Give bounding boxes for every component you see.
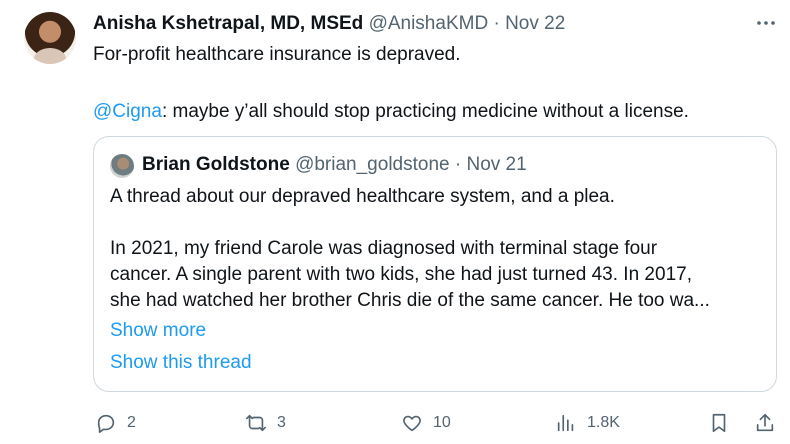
bookmark-icon <box>712 413 726 433</box>
retweet-button[interactable]: 3 <box>245 408 286 438</box>
author-handle[interactable]: @AnishaKMD <box>369 13 489 34</box>
quoted-para-2-line-1: In 2021, my friend Carole was diagnosed … <box>110 238 658 259</box>
bookmark-button[interactable] <box>708 408 730 438</box>
show-more-link[interactable]: Show more <box>110 318 206 344</box>
tweet-text: For-profit healthcare insurance is depra… <box>93 43 773 124</box>
tweet-line-2-text: : maybe y’all should stop practicing med… <box>161 101 689 122</box>
like-count: 10 <box>433 414 451 431</box>
quoted-para-1: A thread about our depraved healthcare s… <box>110 186 615 207</box>
quoted-separator: · <box>449 154 467 175</box>
quoted-para-2-line-3: she had watched her brother Chris die of… <box>110 290 710 311</box>
show-thread-link[interactable]: Show this thread <box>110 350 252 376</box>
reply-count: 2 <box>127 414 136 431</box>
quoted-para-2-line-2: cancer. A single parent with two kids, s… <box>110 264 692 285</box>
header-separator: · <box>488 13 506 34</box>
tweet-header: Anisha Kshetrapal, MD, MSEd @AnishaKMD ·… <box>93 12 565 36</box>
views-count: 1.8K <box>587 414 620 431</box>
author-name[interactable]: Anisha Kshetrapal, MD, MSEd <box>93 13 363 34</box>
quoted-header: Brian Goldstone @brian_goldstone · Nov 2… <box>142 153 527 177</box>
share-button[interactable] <box>754 408 776 438</box>
reply-icon <box>97 414 115 433</box>
tweet-line-2: @Cigna: maybe y’all should stop practici… <box>93 100 773 124</box>
quoted-date[interactable]: Nov 21 <box>466 154 526 175</box>
like-button[interactable]: 10 <box>401 408 451 438</box>
tweet-date[interactable]: Nov 22 <box>505 13 565 34</box>
author-avatar[interactable] <box>24 12 76 64</box>
views-button[interactable]: 1.8K <box>555 408 620 438</box>
like-icon <box>403 415 421 432</box>
views-icon <box>557 414 574 432</box>
retweet-icon <box>246 414 266 432</box>
mention-link[interactable]: @Cigna <box>93 101 162 122</box>
quoted-author-name[interactable]: Brian Goldstone <box>142 154 290 175</box>
quoted-author-avatar[interactable] <box>110 154 134 178</box>
quoted-tweet[interactable]: Brian Goldstone @brian_goldstone · Nov 2… <box>93 136 777 392</box>
share-icon <box>756 413 774 432</box>
retweet-count: 3 <box>277 414 286 431</box>
quoted-author-handle[interactable]: @brian_goldstone <box>295 154 450 175</box>
tweet-line-1: For-profit healthcare insurance is depra… <box>93 44 461 65</box>
reply-button[interactable]: 2 <box>95 408 136 438</box>
more-icon-glyph <box>757 21 775 25</box>
quoted-body: A thread about our depraved healthcare s… <box>110 184 760 314</box>
action-bar: 2 3 10 1.8K <box>0 408 790 438</box>
more-icon[interactable] <box>752 12 780 36</box>
